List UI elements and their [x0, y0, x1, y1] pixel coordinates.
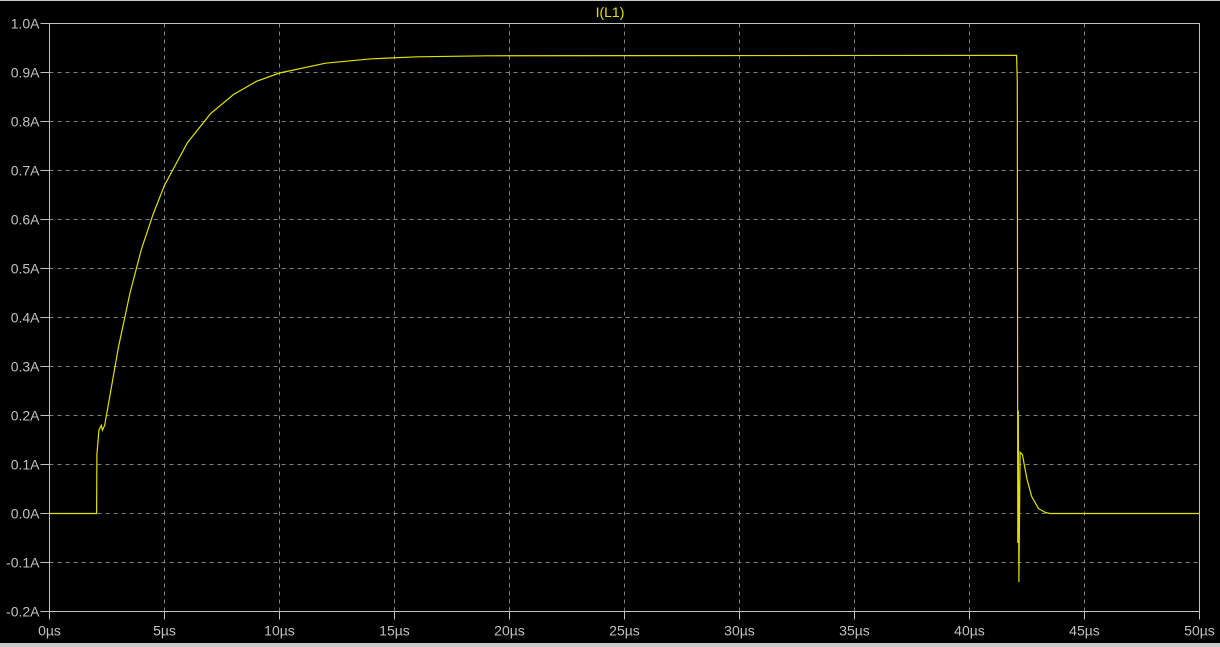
y-tick-label: 0.7A	[11, 163, 40, 179]
y-tick-label: 0.0A	[11, 506, 40, 522]
y-tick-label: 0.9A	[11, 65, 40, 81]
y-tick-label: 0.1A	[11, 457, 40, 473]
grid	[49, 23, 1200, 612]
y-tick-label: -0.1A	[6, 555, 40, 571]
window-bottom-border	[0, 643, 1220, 647]
axis-ticks: 0µs 5µs 10µs 15µs 20µs 25µs 30µs 35µs 40µs 45µs 50…	[6, 16, 1215, 639]
y-tick-label: 1.0A	[11, 16, 40, 32]
x-tick-label: 45µs	[1069, 623, 1100, 639]
x-tick-label: 30µs	[724, 623, 755, 639]
y-tick-label: -0.2A	[6, 604, 40, 620]
chart-title[interactable]: I(L1)	[596, 4, 625, 20]
x-tick-label: 50µs	[1184, 623, 1215, 639]
y-tick-label: 0.5A	[11, 261, 40, 277]
y-tick-label: 0.2A	[11, 408, 40, 424]
trace-I-L1[interactable]	[49, 54, 1200, 583]
x-tick-label: 15µs	[379, 623, 410, 639]
x-tick-label: 10µs	[264, 623, 295, 639]
y-tick-label: 0.8A	[11, 114, 40, 130]
x-tick-label: 20µs	[494, 623, 525, 639]
x-tick-label: 0µs	[38, 623, 61, 639]
y-tick-label: 0.6A	[11, 212, 40, 228]
x-tick-label: 35µs	[839, 623, 870, 639]
x-tick-label: 5µs	[153, 623, 176, 639]
x-tick-label: 40µs	[954, 623, 985, 639]
waveform-plot[interactable]: 0µs 5µs 10µs 15µs 20µs 25µs 30µs 35µs 40µs 45µs 50…	[0, 0, 1220, 643]
x-tick-label: 25µs	[609, 623, 640, 639]
y-tick-label: 0.3A	[11, 359, 40, 375]
y-tick-label: 0.4A	[11, 310, 40, 326]
